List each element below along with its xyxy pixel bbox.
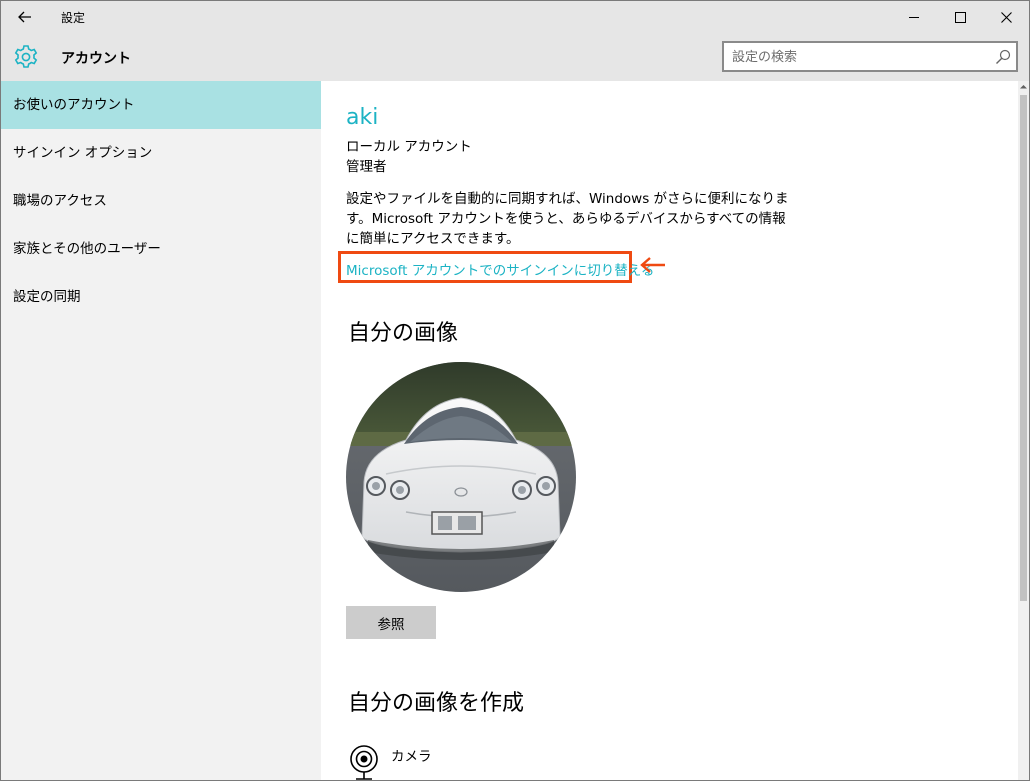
close-button[interactable]	[983, 1, 1029, 33]
browse-button[interactable]: 参照	[346, 606, 436, 639]
gear-icon	[14, 45, 38, 68]
avatar-photo	[346, 362, 576, 592]
sync-description: 設定やファイルを自動的に同期すれば、Windows がさらに便利になります。Mi…	[346, 191, 789, 247]
sidebar-item-label: 家族とその他のユーザー	[13, 241, 161, 257]
account-role: 管理者	[346, 159, 387, 175]
sidebar-item-family-other-users[interactable]: 家族とその他のユーザー	[1, 225, 321, 273]
main-content: aki ローカル アカウント 管理者 設定やファイルを自動的に同期すれば、Win…	[321, 81, 1018, 780]
maximize-button[interactable]	[937, 1, 983, 33]
create-picture-heading: 自分の画像を作成	[348, 691, 525, 716]
your-picture-heading: 自分の画像	[348, 321, 459, 346]
sidebar-item-sign-in-options[interactable]: サインイン オプション	[1, 129, 321, 177]
sidebar-item-label: 職場のアクセス	[13, 193, 107, 209]
header: アカウント	[1, 33, 1029, 81]
account-type: ローカル アカウント	[346, 139, 472, 155]
sidebar: お使いのアカウント サインイン オプション 職場のアクセス 家族とその他のユーザ…	[1, 81, 321, 780]
minimize-button[interactable]	[891, 1, 937, 33]
page-title: アカウント	[61, 51, 131, 67]
title-bar: 設定	[1, 1, 1029, 33]
search-input[interactable]	[732, 47, 982, 67]
camera-label: カメラ	[391, 749, 432, 765]
window-title: 設定	[61, 11, 86, 25]
scrollbar[interactable]	[1018, 81, 1029, 780]
scroll-up-icon[interactable]	[1019, 82, 1028, 91]
sidebar-item-label: サインイン オプション	[13, 145, 153, 161]
sidebar-item-label: お使いのアカウント	[13, 97, 135, 113]
minimize-icon	[908, 16, 919, 18]
sidebar-item-sync-settings[interactable]: 設定の同期	[1, 273, 321, 321]
sidebar-item-work-access[interactable]: 職場のアクセス	[1, 177, 321, 225]
search-icon[interactable]	[994, 48, 1012, 66]
switch-to-microsoft-account-link[interactable]: Microsoft アカウントでのサインインに切り替える	[346, 259, 654, 279]
maximize-icon	[954, 11, 966, 23]
annotation-arrow-icon	[640, 257, 665, 273]
sidebar-item-label: 設定の同期	[13, 289, 81, 305]
scrollbar-thumb[interactable]	[1020, 95, 1027, 601]
back-arrow-icon	[18, 11, 31, 23]
close-icon	[1000, 11, 1012, 23]
webcam-icon	[350, 745, 378, 780]
sidebar-item-your-account[interactable]: お使いのアカウント	[1, 81, 321, 129]
search-box[interactable]	[722, 41, 1018, 72]
avatar	[346, 362, 576, 592]
highlight-box: Microsoft アカウントでのサインインに切り替える	[338, 251, 654, 283]
back-button[interactable]	[9, 4, 41, 30]
user-name: aki	[346, 105, 379, 130]
settings-window: 設定 アカウント 設定の検索 お使いのアカウント サインイン オプション 職場の…	[0, 0, 1030, 781]
